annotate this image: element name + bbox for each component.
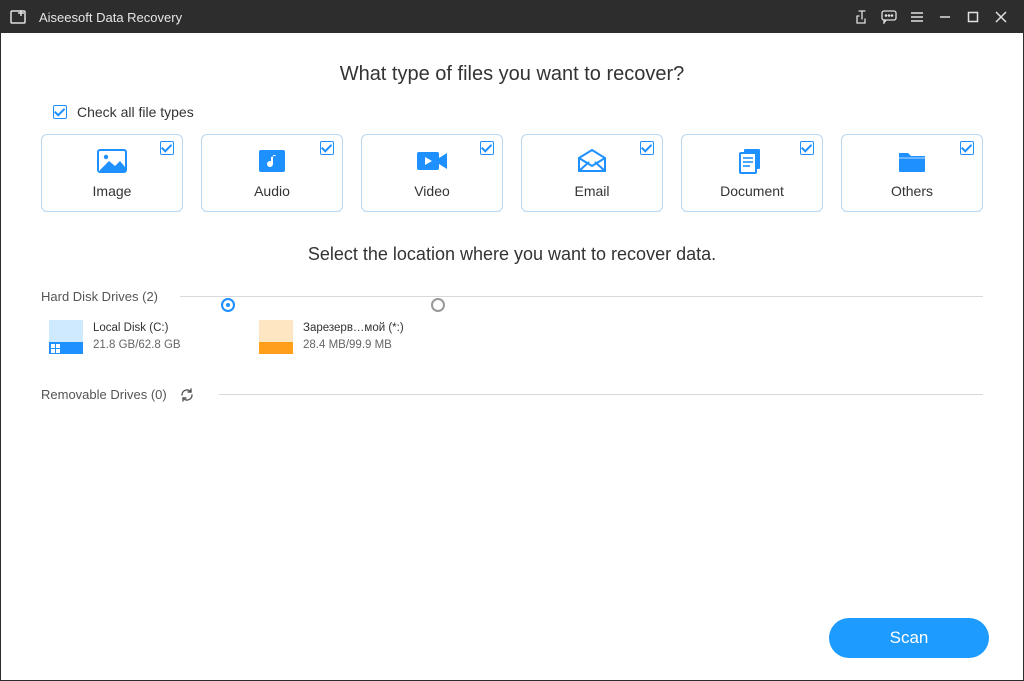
removable-section-label: Removable Drives (0) — [41, 387, 167, 402]
folder-icon — [895, 147, 929, 175]
card-checkbox-others[interactable] — [960, 141, 974, 155]
file-type-card-audio[interactable]: Audio — [201, 134, 343, 212]
card-checkbox-audio[interactable] — [320, 141, 334, 155]
card-label: Video — [414, 183, 450, 199]
drive-radio[interactable] — [431, 298, 445, 312]
card-checkbox-document[interactable] — [800, 141, 814, 155]
image-icon — [95, 147, 129, 175]
drive-icon — [49, 320, 83, 354]
menu-button[interactable] — [903, 5, 931, 29]
divider — [180, 296, 983, 297]
hard-disk-section-header: Hard Disk Drives (2) — [41, 289, 983, 304]
drive-item-reserved[interactable]: Зарезерв…мой (*:) 28.4 MB/99.9 MB — [259, 320, 439, 355]
drive-icon — [259, 320, 293, 354]
scan-button[interactable]: Scan — [829, 618, 989, 658]
card-checkbox-image[interactable] — [160, 141, 174, 155]
refresh-button[interactable] — [177, 385, 197, 405]
drive-item-local-disk-c[interactable]: Local Disk (C:) 21.8 GB/62.8 GB — [49, 320, 229, 355]
audio-icon — [255, 147, 289, 175]
document-icon — [735, 147, 769, 175]
file-type-card-image[interactable]: Image — [41, 134, 183, 212]
check-all-checkbox[interactable] — [53, 105, 67, 119]
hard-disk-section-label: Hard Disk Drives (2) — [41, 289, 158, 304]
file-type-card-email[interactable]: Email — [521, 134, 663, 212]
drive-info: Зарезерв…мой (*:) 28.4 MB/99.9 MB — [303, 320, 404, 355]
title-bar: Aiseesoft Data Recovery — [1, 1, 1023, 33]
hard-disk-drives-list: Local Disk (C:) 21.8 GB/62.8 GB Зарезерв… — [41, 320, 983, 355]
card-label: Audio — [254, 183, 290, 199]
drive-name: Local Disk (C:) — [93, 320, 181, 337]
file-type-card-document[interactable]: Document — [681, 134, 823, 212]
file-type-card-others[interactable]: Others — [841, 134, 983, 212]
drive-size: 21.8 GB/62.8 GB — [93, 337, 181, 354]
app-logo-icon — [9, 7, 29, 27]
card-checkbox-email[interactable] — [640, 141, 654, 155]
video-icon — [415, 147, 449, 175]
drive-radio[interactable] — [221, 298, 235, 312]
app-window: Aiseesoft Data Recovery What type of fil… — [0, 0, 1024, 681]
removable-section-header: Removable Drives (0) — [41, 385, 983, 405]
email-icon — [575, 147, 609, 175]
feedback-button[interactable] — [875, 5, 903, 29]
drive-name: Зарезерв…мой (*:) — [303, 320, 404, 337]
check-all-row[interactable]: Check all file types — [41, 104, 983, 120]
card-label: Document — [720, 183, 784, 199]
main-content: What type of files you want to recover? … — [1, 33, 1023, 680]
divider — [219, 394, 983, 395]
location-heading: Select the location where you want to re… — [41, 244, 983, 265]
card-label: Email — [574, 183, 609, 199]
drive-size: 28.4 MB/99.9 MB — [303, 337, 404, 354]
share-button[interactable] — [847, 5, 875, 29]
file-type-cards: Image Audio Video — [41, 134, 983, 212]
close-button[interactable] — [987, 5, 1015, 29]
card-label: Image — [93, 183, 132, 199]
card-checkbox-video[interactable] — [480, 141, 494, 155]
card-label: Others — [891, 183, 933, 199]
minimize-button[interactable] — [931, 5, 959, 29]
app-title: Aiseesoft Data Recovery — [39, 10, 182, 25]
check-all-label: Check all file types — [77, 104, 194, 120]
file-type-card-video[interactable]: Video — [361, 134, 503, 212]
maximize-button[interactable] — [959, 5, 987, 29]
drive-info: Local Disk (C:) 21.8 GB/62.8 GB — [93, 320, 181, 355]
file-type-heading: What type of files you want to recover? — [41, 63, 983, 86]
